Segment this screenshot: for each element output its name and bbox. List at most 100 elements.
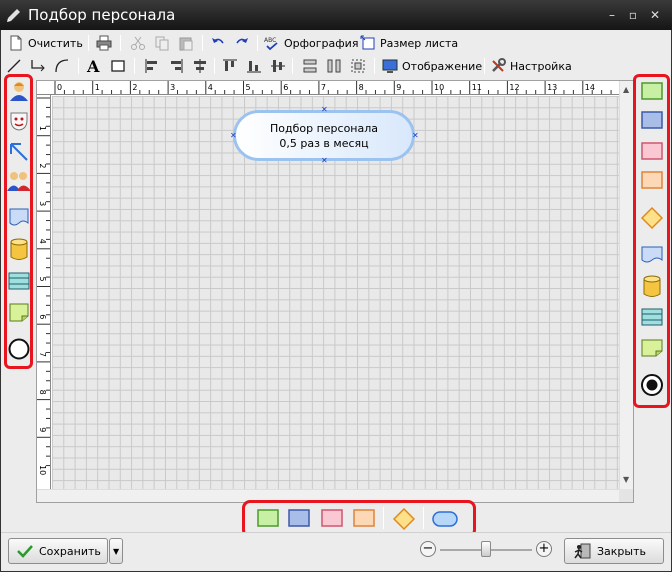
separator bbox=[214, 58, 215, 74]
document-icon[interactable] bbox=[8, 206, 30, 228]
ruler-label: 13 bbox=[547, 83, 557, 92]
connector-tool-icon[interactable] bbox=[30, 58, 46, 74]
cut-icon[interactable] bbox=[130, 35, 146, 51]
settings-button[interactable]: Настройка bbox=[490, 57, 572, 75]
monitor-icon bbox=[382, 59, 398, 73]
new-page-icon bbox=[10, 35, 22, 51]
note-icon[interactable] bbox=[641, 338, 663, 358]
diamond-icon[interactable] bbox=[640, 206, 664, 230]
selection-handle-right[interactable]: ✕ bbox=[412, 132, 419, 140]
align-bottom-icon[interactable] bbox=[246, 58, 262, 74]
pink-rect-icon[interactable] bbox=[641, 142, 663, 160]
align-middle-icon[interactable] bbox=[270, 58, 286, 74]
pink-rect-icon[interactable] bbox=[321, 509, 343, 527]
separator bbox=[78, 58, 79, 74]
separator bbox=[423, 507, 424, 529]
database-icon[interactable] bbox=[642, 275, 662, 299]
save-label: Сохранить bbox=[39, 544, 101, 558]
document-icon[interactable] bbox=[641, 245, 663, 265]
ruler-label: 2 bbox=[132, 83, 137, 92]
orange-rect-icon[interactable] bbox=[641, 171, 663, 189]
minimize-button[interactable]: – bbox=[605, 8, 619, 22]
align-top-icon[interactable] bbox=[222, 58, 238, 74]
separator bbox=[374, 58, 375, 74]
ruler-label: 5 bbox=[38, 277, 47, 282]
align-center-icon[interactable] bbox=[192, 58, 208, 74]
circle-icon[interactable] bbox=[7, 337, 31, 361]
separator bbox=[257, 35, 258, 51]
arrow-icon[interactable] bbox=[8, 141, 30, 163]
save-button[interactable]: Сохранить bbox=[8, 538, 108, 564]
process-shape[interactable]: Подбор персонала 0,5 раз в месяц bbox=[233, 110, 415, 161]
exit-door-icon bbox=[574, 543, 591, 559]
same-size-icon[interactable] bbox=[350, 58, 366, 74]
blue-rect-icon[interactable] bbox=[641, 111, 663, 129]
text-tool-icon[interactable]: A bbox=[86, 58, 102, 74]
group-icon[interactable] bbox=[6, 170, 32, 192]
svg-text:ABC: ABC bbox=[264, 37, 276, 44]
same-width-icon[interactable] bbox=[302, 58, 318, 74]
page-size-button[interactable]: Размер листа bbox=[360, 34, 458, 52]
end-circle-icon[interactable] bbox=[640, 373, 664, 397]
scroll-down-arrow[interactable]: ▼ bbox=[623, 475, 629, 484]
copy-icon[interactable] bbox=[154, 35, 170, 51]
blue-rect-icon[interactable] bbox=[288, 509, 310, 527]
separator bbox=[292, 58, 293, 74]
process-shape-frequency: 0,5 раз в месяц bbox=[279, 136, 369, 150]
rounded-rect-icon[interactable] bbox=[432, 510, 458, 528]
ruler-label: 3 bbox=[170, 83, 175, 92]
zoom-slider-thumb[interactable] bbox=[481, 541, 491, 557]
clear-label: Очистить bbox=[28, 36, 83, 50]
paste-icon[interactable] bbox=[178, 35, 194, 51]
vertical-scrollbar[interactable]: ▲ ▼ bbox=[619, 81, 633, 489]
line-tool-icon[interactable] bbox=[6, 58, 22, 74]
close-button[interactable]: Закрыть bbox=[564, 538, 664, 564]
selection-handle-bottom[interactable]: ✕ bbox=[321, 157, 328, 165]
selection-handle-left[interactable]: ✕ bbox=[230, 132, 237, 140]
close-label: Закрыть bbox=[597, 544, 646, 558]
ruler-label: 2 bbox=[38, 163, 47, 168]
align-left-icon[interactable] bbox=[144, 58, 160, 74]
actor-icon[interactable] bbox=[8, 110, 30, 132]
table-icon[interactable] bbox=[641, 307, 663, 327]
chevron-down-icon: ▼ bbox=[113, 546, 120, 556]
undo-icon[interactable] bbox=[210, 35, 226, 51]
title-bar: Подбор персонала – ▫ ✕ bbox=[0, 0, 672, 30]
clear-button[interactable]: Очистить bbox=[8, 34, 83, 52]
table-icon[interactable] bbox=[7, 270, 31, 292]
display-label: Отображение bbox=[402, 59, 483, 73]
ruler-horizontal: 0 1 2 3 4 5 6 7 8 9 10 11 12 13 14 bbox=[37, 81, 619, 95]
rectangle-tool-icon[interactable] bbox=[110, 58, 126, 74]
orange-rect-icon[interactable] bbox=[353, 509, 375, 527]
database-icon[interactable] bbox=[9, 238, 29, 262]
person-icon[interactable] bbox=[8, 80, 30, 102]
display-button[interactable]: Отображение bbox=[382, 57, 482, 75]
redo-icon[interactable] bbox=[234, 35, 250, 51]
main-toolbar: Очистить ABC Орфография Размер листа bbox=[2, 32, 670, 54]
save-options-dropdown[interactable]: ▼ bbox=[109, 538, 123, 564]
page-size-icon bbox=[360, 35, 375, 50]
spelling-label: Орфография bbox=[284, 36, 359, 50]
diamond-icon[interactable] bbox=[392, 507, 416, 531]
print-icon[interactable] bbox=[96, 35, 112, 51]
close-window-button[interactable]: ✕ bbox=[648, 8, 662, 22]
maximize-button[interactable]: ▫ bbox=[626, 8, 640, 22]
zoom-in-button[interactable]: + bbox=[536, 541, 552, 557]
ruler-label: 6 bbox=[283, 83, 288, 92]
green-rect-icon[interactable] bbox=[641, 82, 663, 100]
align-right-icon[interactable] bbox=[168, 58, 184, 74]
ruler-label: 0 bbox=[57, 83, 62, 92]
green-rect-icon[interactable] bbox=[257, 509, 279, 527]
ruler-label: 9 bbox=[396, 83, 401, 92]
selection-handle-top[interactable]: ✕ bbox=[321, 106, 328, 114]
scroll-corner bbox=[619, 489, 633, 502]
same-height-icon[interactable] bbox=[326, 58, 342, 74]
spelling-button[interactable]: ABC Орфография bbox=[264, 34, 358, 52]
ruler-label: 7 bbox=[38, 352, 47, 357]
separator bbox=[88, 35, 89, 51]
scroll-up-arrow[interactable]: ▲ bbox=[623, 85, 629, 94]
zoom-out-button[interactable]: − bbox=[420, 541, 436, 557]
note-icon[interactable] bbox=[8, 301, 30, 323]
arc-tool-icon[interactable] bbox=[54, 58, 70, 74]
separator bbox=[134, 58, 135, 74]
